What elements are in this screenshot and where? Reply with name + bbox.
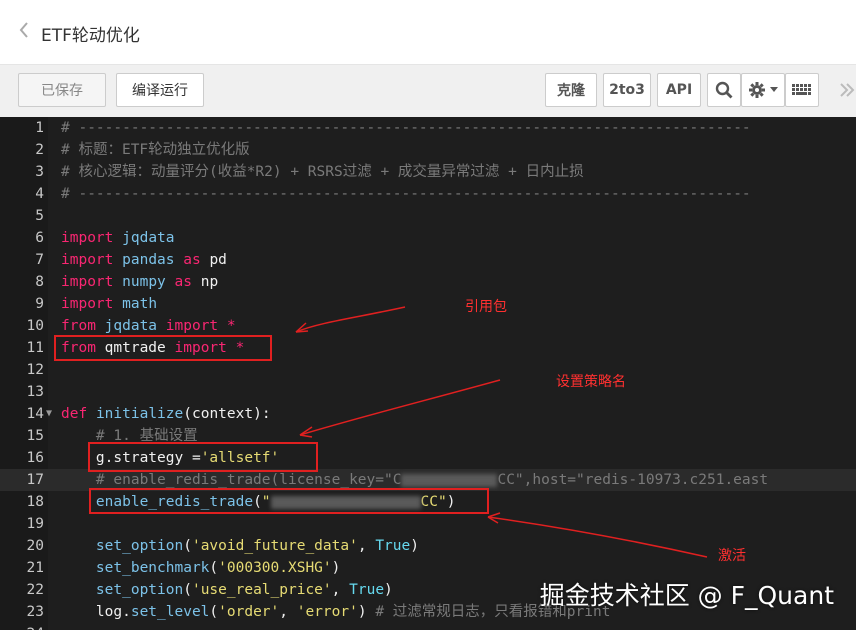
compile-run-button[interactable]: 编译运行 [116,73,204,107]
editor-toolbar: 已保存 编译运行 克隆 2to3 API [0,65,856,118]
page-title: ETF轮动优化 [41,26,140,46]
code-line: 24 [0,623,856,630]
search-button[interactable] [707,73,741,107]
code-line: 3 # 核心逻辑：动量评分(收益*R2) + RSRS过滤 + 成交量异常过滤 +… [35,164,584,180]
2to3-button[interactable]: 2to3 [603,73,651,107]
keyboard-icon [792,84,811,95]
page-header: ETF轮动优化 [0,0,856,65]
watermark: 掘金技术社区 @ F_Quant [539,581,834,610]
code-line: 14 ▼ def initialize(context): [0,403,856,425]
keyboard-button[interactable] [785,73,819,107]
code-line: 4 # -------------------------------------… [35,186,751,202]
code-line: 6 import jqdata [35,230,175,246]
back-chevron-icon[interactable] [18,20,34,40]
highlight-box-import [54,335,272,361]
clone-button[interactable]: 克隆 [545,73,597,107]
code-line: 1 # -------------------------------------… [35,120,751,136]
gear-icon [749,82,765,98]
annotation-import-pkg: 引用包 [465,299,507,315]
code-line: 8 import numpy as np [35,274,219,290]
code-line: 7 import pandas as pd [35,252,227,268]
api-button[interactable]: API [657,73,701,107]
saved-button[interactable]: 已保存 [18,73,106,107]
fold-caret-icon[interactable]: ▼ [46,403,52,425]
dropdown-caret-icon [770,87,778,92]
code-line: 10 from jqdata import * [26,318,236,334]
double-chevron-icon[interactable] [838,81,856,103]
annotation-activate: 激活 [718,548,746,564]
code-line: 19 [26,516,44,532]
code-editor[interactable]: 1 # -------------------------------------… [0,117,856,630]
code-line: 13 [26,384,44,400]
highlight-box-activate [89,488,489,514]
search-icon [715,81,733,99]
annotation-set-strategy: 设置策略名 [556,374,626,390]
code-line: 5 [35,208,44,224]
code-line: 2 # 标题：ETF轮动独立优化版 [35,142,250,158]
highlight-box-strategy [88,442,318,472]
code-line: 9 import math [35,296,158,312]
settings-button[interactable] [741,73,785,107]
code-line: 12 [26,362,44,378]
